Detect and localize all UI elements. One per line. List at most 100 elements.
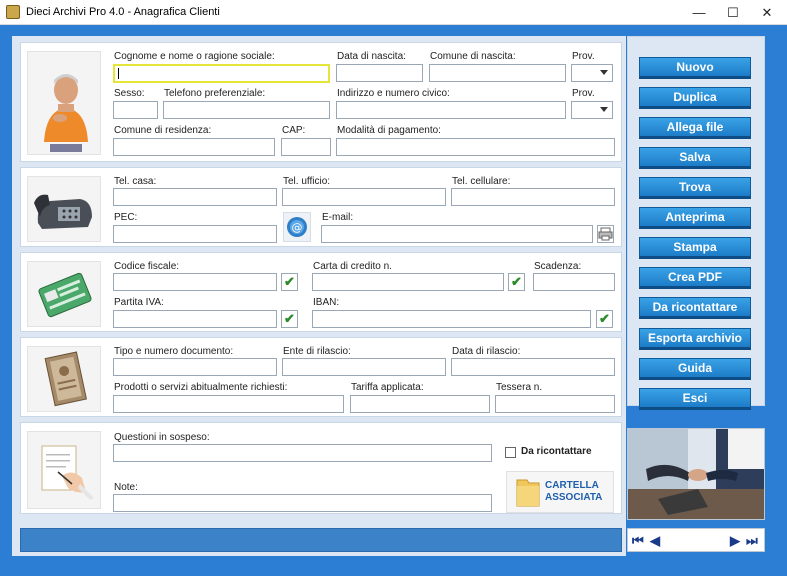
notes-picture [27, 431, 101, 509]
tessera-label: Tessera n. [496, 382, 543, 393]
trova-button[interactable]: Trova [639, 177, 751, 199]
iban-input[interactable] [312, 310, 591, 328]
prodotti-input[interactable] [113, 395, 344, 413]
esci-button[interactable]: Esci [639, 388, 751, 410]
documento-input[interactable] [113, 358, 277, 376]
chevron-down-icon [600, 107, 608, 112]
pec-input[interactable] [113, 225, 277, 243]
cognome-input[interactable] [113, 64, 330, 83]
data-rilascio-label: Data di rilascio: [452, 346, 521, 357]
printer-icon [598, 227, 613, 241]
tariffa-label: Tariffa applicata: [351, 382, 424, 393]
ente-input[interactable] [282, 358, 446, 376]
at-sign-icon: @ [287, 217, 307, 237]
allega-file-button[interactable]: Allega file [639, 117, 751, 139]
sesso-input[interactable] [113, 101, 158, 119]
close-button[interactable]: ✕ [750, 0, 784, 25]
cognome-label: Cognome e nome o ragione sociale: [114, 51, 275, 62]
comune-residenza-label: Comune di residenza: [114, 125, 212, 136]
note-input[interactable] [113, 494, 492, 512]
writing-hand-icon [28, 432, 100, 508]
cap-input[interactable] [281, 138, 331, 156]
salva-button[interactable]: Salva [639, 147, 751, 169]
scadenza-label: Scadenza: [534, 261, 582, 272]
indirizzo-input[interactable] [336, 101, 566, 119]
tel-casa-input[interactable] [113, 188, 277, 206]
pec-label: PEC: [114, 212, 138, 223]
document-picture [27, 346, 101, 412]
data-nascita-input[interactable] [336, 64, 423, 82]
questioni-input[interactable] [113, 444, 492, 462]
pagamento-input[interactable] [336, 138, 615, 156]
cartella-associata-button[interactable]: CARTELLA ASSOCIATA [506, 471, 614, 513]
credit-card-icon [28, 262, 100, 326]
app-window: Dieci Archivi Pro 4.0 - Anagrafica Clien… [0, 0, 787, 576]
email-label: E-mail: [322, 212, 354, 223]
last-record-button[interactable]: ⏭ [746, 533, 758, 549]
note-label: Note: [114, 482, 138, 493]
carta-credito-label: Carta di credito n. [313, 261, 392, 272]
email-print-button[interactable] [597, 225, 614, 243]
email-input[interactable] [321, 225, 593, 243]
duplica-button[interactable]: Duplica [639, 87, 751, 109]
handshake-image [628, 429, 764, 519]
partita-iva-input[interactable] [113, 310, 277, 328]
prov1-select[interactable] [571, 64, 613, 82]
codice-fiscale-input[interactable] [113, 273, 277, 291]
tel-cellulare-input[interactable] [451, 188, 615, 206]
da-ricontattare-button[interactable]: Da ricontattare [639, 297, 751, 319]
first-record-button[interactable]: ⏮ [632, 533, 644, 549]
tel-ufficio-input[interactable] [282, 188, 446, 206]
tessera-input[interactable] [495, 395, 615, 413]
sesso-label: Sesso: [114, 88, 145, 99]
ente-label: Ente di rilascio: [283, 346, 351, 357]
prev-record-button[interactable]: ◀ [650, 533, 660, 549]
partita-iva-check-button[interactable]: ✔ [281, 310, 298, 328]
app-icon [6, 5, 20, 19]
comune-nascita-input[interactable] [429, 64, 566, 82]
email-send-button[interactable]: @ [283, 212, 311, 242]
next-record-button[interactable]: ▶ [730, 533, 740, 549]
crea-pdf-button[interactable]: Crea PDF [639, 267, 751, 289]
telephone-icon [28, 177, 100, 241]
prov2-select[interactable] [571, 101, 613, 119]
codice-fiscale-check-button[interactable]: ✔ [281, 273, 298, 291]
section-personal-data: Cognome e nome o ragione sociale: Data d… [20, 42, 622, 162]
codice-fiscale-label: Codice fiscale: [114, 261, 180, 272]
stampa-button[interactable]: Stampa [639, 237, 751, 259]
ricontattare-label: Da ricontattare [521, 446, 592, 457]
maximize-button[interactable]: ☐ [716, 0, 750, 25]
scadenza-input[interactable] [533, 273, 615, 291]
comune-residenza-input[interactable] [113, 138, 275, 156]
person-picture [27, 51, 101, 155]
svg-text:@: @ [292, 221, 303, 234]
record-navigator: ⏮ ◀ ▶ ⏭ [627, 528, 765, 552]
chevron-down-icon [600, 70, 608, 75]
data-rilascio-input[interactable] [451, 358, 615, 376]
data-nascita-label: Data di nascita: [337, 51, 406, 62]
cap-label: CAP: [282, 125, 306, 136]
carta-credito-input[interactable] [312, 273, 504, 291]
ricontattare-checkbox[interactable] [505, 447, 516, 458]
indirizzo-label: Indirizzo e numero civico: [337, 88, 450, 99]
section-contacts: Tel. casa: Tel. ufficio: Tel. cellulare:… [20, 167, 622, 247]
minimize-button[interactable]: — [682, 0, 716, 25]
esporta-archivio-button[interactable]: Esporta archivio [639, 328, 751, 350]
iban-check-button[interactable]: ✔ [596, 310, 613, 328]
person-icon [28, 52, 100, 154]
client-area: Cognome e nome o ragione sociale: Data d… [0, 26, 787, 576]
card-picture [27, 261, 101, 327]
carta-credito-check-button[interactable]: ✔ [508, 273, 525, 291]
guida-button[interactable]: Guida [639, 358, 751, 380]
anteprima-button[interactable]: Anteprima [639, 207, 751, 229]
title-bar: Dieci Archivi Pro 4.0 - Anagrafica Clien… [0, 0, 787, 25]
tel-cellulare-label: Tel. cellulare: [452, 176, 511, 187]
telefono-input[interactable] [163, 101, 330, 119]
prov2-label: Prov. [572, 88, 595, 99]
section-fiscal: Codice fiscale: ✔ Carta di credito n. ✔ … [20, 252, 622, 332]
status-bar [20, 528, 622, 552]
nuovo-button[interactable]: Nuovo [639, 57, 751, 79]
command-sidebar: Nuovo Duplica Allega file Salva Trova An… [627, 36, 765, 410]
tariffa-input[interactable] [350, 395, 490, 413]
section-notes: Questioni in sospeso: Da ricontattare No… [20, 422, 622, 514]
